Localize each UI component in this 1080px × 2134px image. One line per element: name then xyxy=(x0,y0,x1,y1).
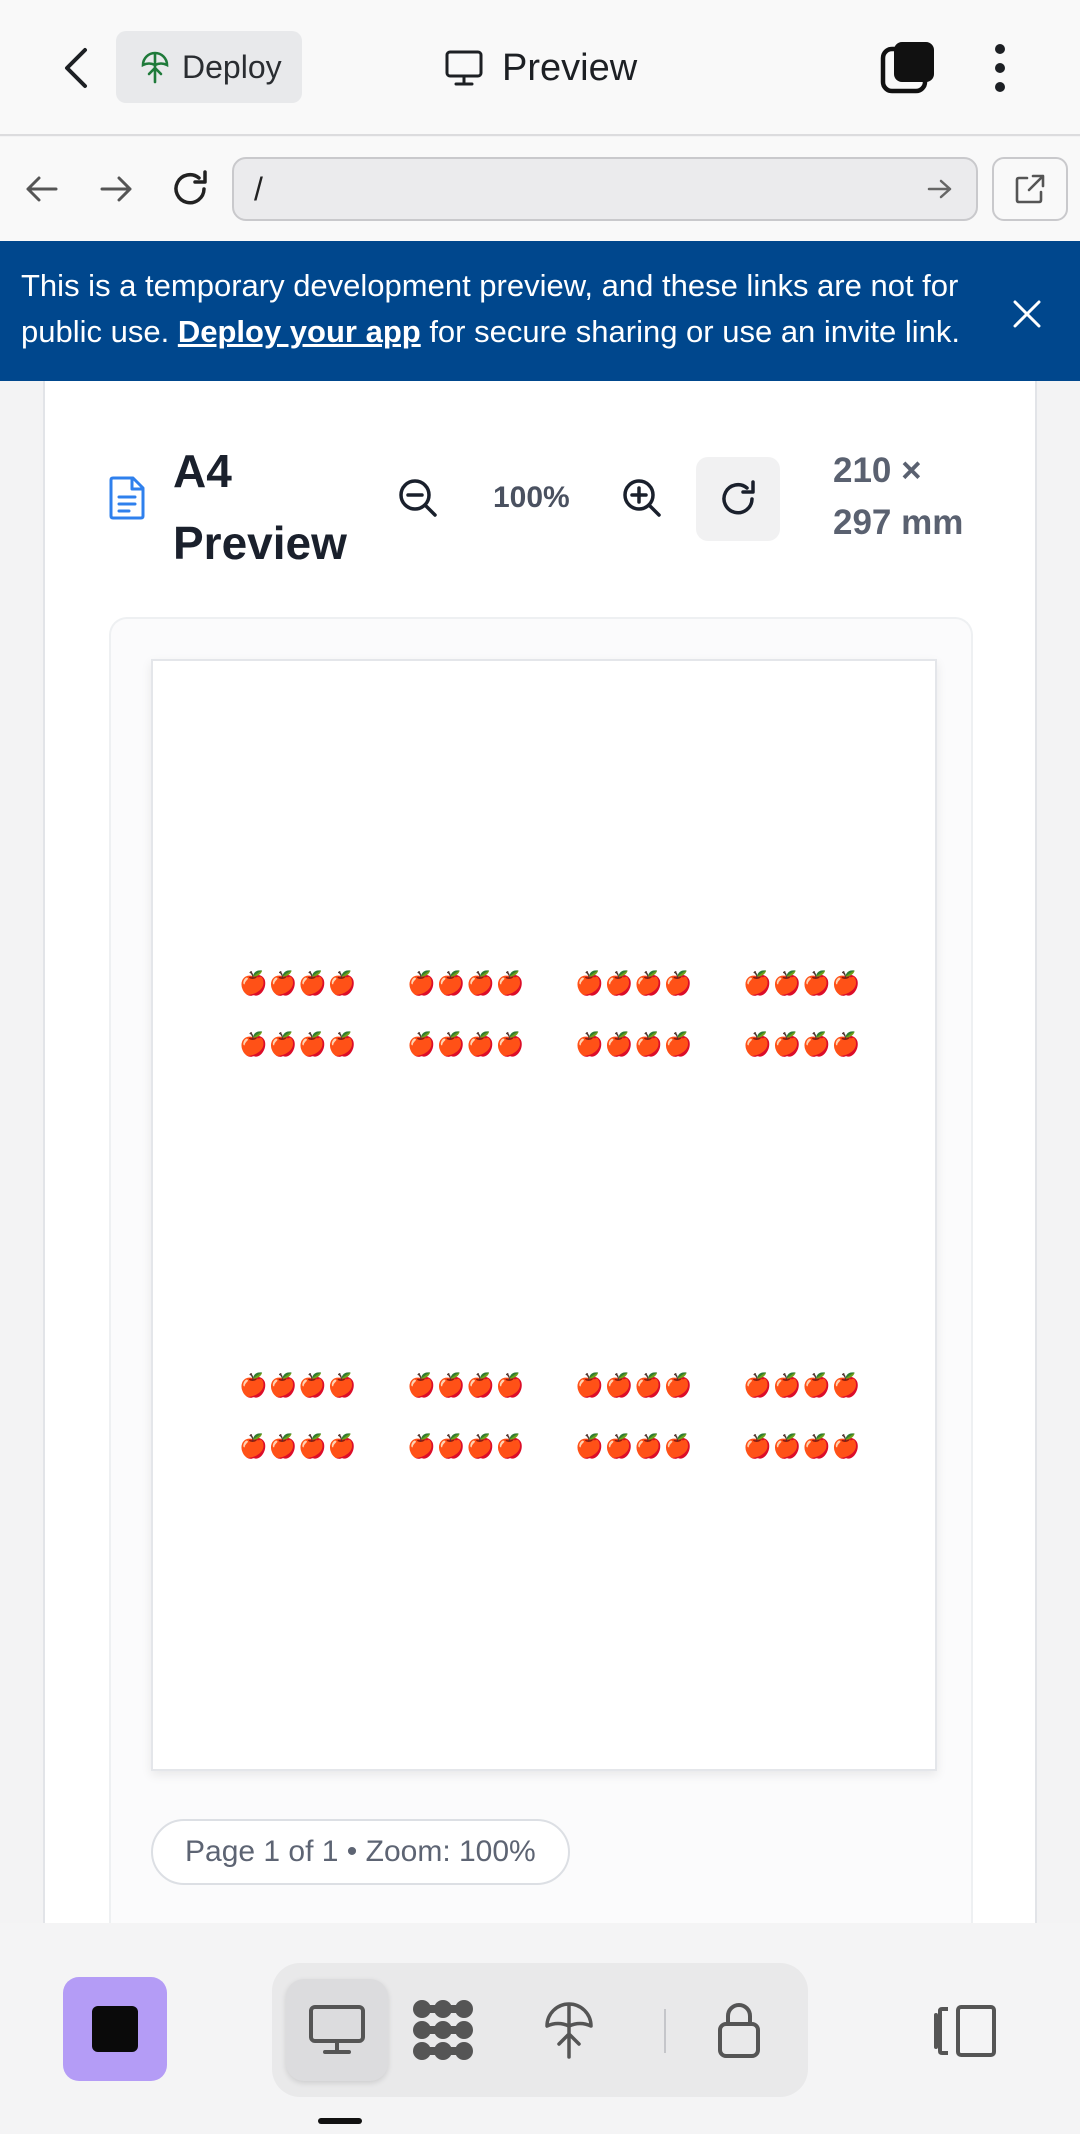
a4-preview-panel: A4 Preview 100% 210 × 297 mm 🍎🍎🍎🍎 🍎🍎🍎🍎 🍎… xyxy=(43,381,1037,1923)
more-dot-icon xyxy=(995,82,1005,92)
deploy-umbrella-icon xyxy=(545,2002,593,2059)
preview-canvas: 🍎🍎🍎🍎 🍎🍎🍎🍎 🍎🍎🍎🍎 🍎🍎🍎🍎 🍎🍎🍎🍎 🍎🍎🍎🍎 🍎🍎🍎🍎 🍎🍎🍎🍎 … xyxy=(109,617,973,1923)
deploy-label: Deploy xyxy=(182,48,282,85)
tab-workflows[interactable] xyxy=(392,1979,494,2081)
banner-text-end: for secure sharing or use an invite link… xyxy=(420,314,961,349)
dev-preview-banner: This is a temporary development preview,… xyxy=(0,241,1080,381)
stop-icon xyxy=(92,2006,138,2052)
emoji-group: 🍎🍎🍎🍎 xyxy=(743,1434,862,1460)
more-options-button[interactable] xyxy=(980,40,1020,96)
a4-page: 🍎🍎🍎🍎 🍎🍎🍎🍎 🍎🍎🍎🍎 🍎🍎🍎🍎 🍎🍎🍎🍎 🍎🍎🍎🍎 🍎🍎🍎🍎 🍎🍎🍎🍎 … xyxy=(151,659,937,1771)
emoji-group: 🍎🍎🍎🍎 xyxy=(743,1373,862,1399)
zoom-out-icon xyxy=(399,479,437,517)
emoji-group: 🍎🍎🍎🍎 xyxy=(743,971,862,997)
more-dot-icon xyxy=(995,44,1005,54)
zoom-level: 100% xyxy=(493,481,570,514)
refresh-icon xyxy=(722,480,755,515)
tabs-switcher-button[interactable] xyxy=(880,40,936,96)
browser-bar: / xyxy=(0,137,1080,241)
chevron-left-icon xyxy=(65,48,87,88)
emoji-group: 🍎🍎🍎🍎 xyxy=(239,1373,358,1399)
emoji-group: 🍎🍎🍎🍎 xyxy=(575,1373,694,1399)
tab-deploy[interactable] xyxy=(518,1979,620,2081)
emoji-group: 🍎🍎🍎🍎 xyxy=(407,1032,526,1058)
browser-reload-button[interactable] xyxy=(164,163,216,215)
emoji-group: 🍎🍎🍎🍎 xyxy=(239,1434,358,1460)
deploy-button[interactable]: Deploy xyxy=(116,31,302,103)
monitor-icon xyxy=(309,2005,365,2054)
emoji-group: 🍎🍎🍎🍎 xyxy=(407,971,526,997)
stop-button[interactable] xyxy=(63,1977,167,2081)
url-input[interactable]: / xyxy=(232,157,978,221)
emoji-group: 🍎🍎🍎🍎 xyxy=(407,1373,526,1399)
tabs-icon xyxy=(880,42,934,94)
lock-icon xyxy=(718,2003,760,2058)
go-arrow-icon xyxy=(927,179,952,199)
url-value: / xyxy=(254,170,263,207)
preview-title: Preview xyxy=(444,38,637,98)
page-dimensions: 210 × 297 mm xyxy=(833,451,964,542)
home-indicator xyxy=(318,2118,362,2124)
go-button[interactable] xyxy=(918,167,962,211)
sidebar-panel-icon xyxy=(934,2005,996,2057)
reload-icon xyxy=(174,170,207,205)
view-switcher xyxy=(272,1963,808,2097)
close-icon xyxy=(1013,300,1041,328)
page-status-pill: Page 1 of 1 • Zoom: 100% xyxy=(151,1819,570,1885)
emoji-group: 🍎🍎🍎🍎 xyxy=(575,1032,694,1058)
browser-back-button[interactable] xyxy=(16,163,68,215)
tab-desktop-preview[interactable] xyxy=(286,1979,388,2081)
document-icon xyxy=(107,475,159,527)
arrow-right-icon xyxy=(100,176,132,202)
banner-close-button[interactable] xyxy=(1004,291,1050,337)
app-top-bar: Deploy Preview xyxy=(0,0,1080,136)
toolbar-divider xyxy=(664,2009,666,2053)
emoji-group: 🍎🍎🍎🍎 xyxy=(407,1434,526,1460)
bottom-toolbar xyxy=(0,1923,1080,2134)
zoom-in-button[interactable] xyxy=(621,477,669,525)
back-button[interactable] xyxy=(52,42,100,94)
more-dot-icon xyxy=(995,63,1005,73)
emoji-group: 🍎🍎🍎🍎 xyxy=(743,1032,862,1058)
reset-zoom-button[interactable] xyxy=(696,457,780,541)
tab-secrets[interactable] xyxy=(688,1979,790,2081)
external-link-icon xyxy=(1015,174,1045,204)
workflow-nodes-icon xyxy=(413,2000,473,2060)
emoji-group: 🍎🍎🍎🍎 xyxy=(239,1032,358,1058)
deploy-umbrella-icon xyxy=(141,51,169,84)
a4-preview-title: A4 Preview xyxy=(173,445,347,569)
zoom-out-button[interactable] xyxy=(397,477,445,525)
emoji-group: 🍎🍎🍎🍎 xyxy=(239,971,358,997)
preview-title-text: Preview xyxy=(502,46,638,89)
panel-toggle-button[interactable] xyxy=(930,2001,1000,2061)
monitor-icon xyxy=(445,50,483,86)
emoji-group: 🍎🍎🍎🍎 xyxy=(575,1434,694,1460)
open-external-button[interactable] xyxy=(992,157,1068,221)
arrow-left-icon xyxy=(26,176,58,202)
deploy-your-app-link[interactable]: Deploy your app xyxy=(178,314,421,349)
emoji-group: 🍎🍎🍎🍎 xyxy=(575,971,694,997)
browser-forward-button[interactable] xyxy=(90,163,142,215)
zoom-in-icon xyxy=(623,479,661,517)
